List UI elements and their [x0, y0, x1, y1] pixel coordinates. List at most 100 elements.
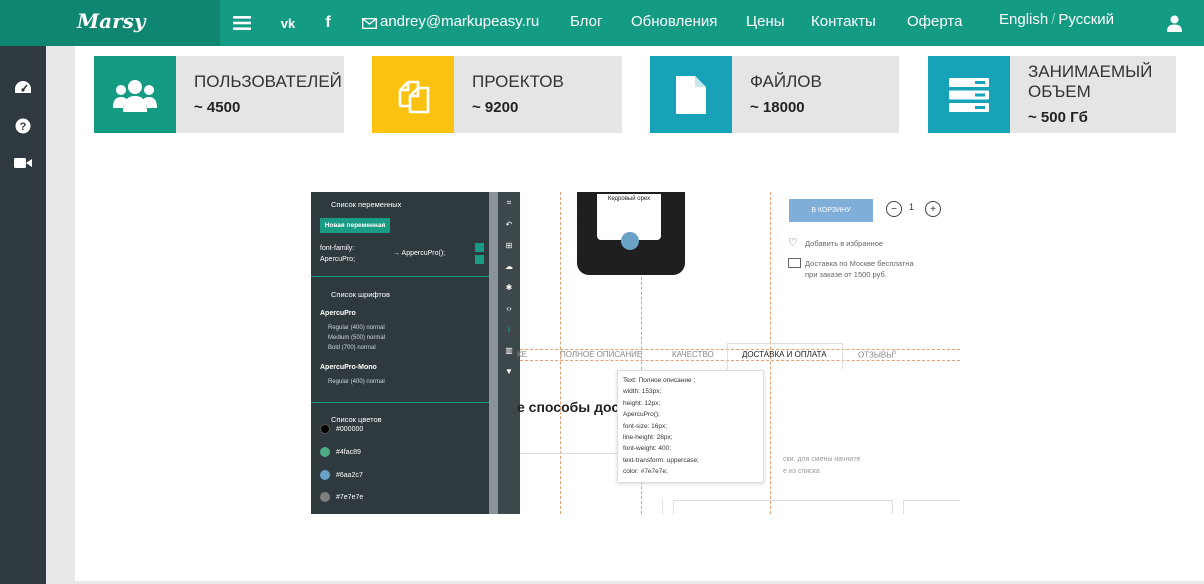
color-swatch[interactable] — [320, 447, 330, 457]
layout-icon[interactable]: ⊞ — [504, 240, 514, 250]
user-icon[interactable] — [1165, 0, 1183, 46]
var-name-line2: ApercuPro; — [320, 256, 356, 263]
tab-full-description[interactable]: Полное описание — [560, 350, 642, 359]
delivery-line1: Доставка по Москве бесплатна — [805, 259, 914, 268]
stat-projects-title: Проектов — [472, 72, 564, 91]
font-style: Medium (500) normal — [328, 335, 386, 341]
box-border — [892, 500, 893, 514]
stat-users-title: Пользователей — [194, 72, 342, 91]
tooltip-line: height: 12px; — [623, 399, 661, 407]
help-icon[interactable]: ? — [13, 116, 33, 136]
color-label: #7e7e7e — [336, 494, 364, 501]
nav-contacts[interactable]: Контакты — [811, 13, 876, 30]
stat-storage-value: ~ 500 Гб — [1028, 109, 1088, 126]
nav-blog[interactable]: Блог — [570, 13, 602, 30]
language-switcher: English / Русский — [999, 11, 1114, 28]
box-top-border — [903, 500, 960, 501]
font-name: ApercuPro — [320, 310, 356, 317]
menu-icon[interactable] — [232, 0, 252, 46]
qty-plus-button[interactable]: + — [925, 201, 941, 217]
add-to-cart-button[interactable]: в корзину — [789, 199, 873, 222]
stat-files: Файлов ~ 18000 — [650, 56, 899, 133]
cloud-icon[interactable]: ☁ — [504, 261, 514, 271]
fonts-title: Список шрифтов — [331, 290, 390, 299]
logo-area: Marsy — [0, 0, 220, 46]
lang-english[interactable]: English — [999, 11, 1048, 28]
product-image: Кедровый орех — [577, 192, 685, 275]
envelope-icon — [361, 0, 377, 46]
hint-line1: ски, для смены начните — [783, 456, 861, 463]
facebook-icon[interactable]: f — [321, 0, 335, 46]
box-border — [662, 500, 663, 514]
box-border — [673, 500, 674, 514]
email-link[interactable]: andrey@markupeasy.ru — [380, 13, 539, 30]
color-label: #000000 — [336, 426, 364, 433]
favorite-link[interactable]: Добавить в избранное — [805, 238, 883, 249]
settings-icon[interactable]: ✱ — [504, 282, 514, 292]
tab-delivery[interactable]: Доставка и оплата — [742, 350, 827, 359]
sidebar: ? — [0, 46, 46, 584]
stat-projects: Проектов ~ 9200 — [372, 56, 622, 133]
code-icon[interactable]: ‹› — [504, 303, 514, 313]
heart-icon[interactable]: ♡ — [788, 236, 798, 249]
delivery-line2: при заказе от 1500 руб. — [805, 270, 887, 279]
inspector-tooltip: Text: Полное описание ; width: 153px; he… — [617, 370, 764, 483]
font-style: Bold (700) normal — [328, 345, 376, 351]
var-settings-button[interactable] — [475, 243, 484, 252]
font-style: Regular (400) normal — [328, 325, 385, 331]
color-swatch[interactable] — [320, 470, 330, 480]
qty-value: 1 — [909, 202, 915, 212]
main-content: Пользователей ~ 4500 Проектов ~ 9200 Фай… — [75, 46, 1204, 581]
font-name: ApercuPro-Mono — [320, 364, 377, 371]
tab-partial[interactable]: ке — [517, 350, 527, 359]
qty-minus-button[interactable]: − — [886, 201, 902, 217]
box-top-border — [673, 500, 892, 501]
colors-title: Список цветов — [331, 415, 382, 424]
tab-reviews[interactable]: Отзывы5 — [858, 350, 896, 360]
undo-icon[interactable]: ↶ — [504, 219, 514, 229]
nav-prices[interactable]: Цены — [746, 13, 785, 30]
stat-storage-title-line1: Занимаемый — [1028, 62, 1153, 81]
file-icon — [650, 56, 732, 133]
html5-icon[interactable]: ▼ — [504, 366, 514, 376]
color-label: #6aa2c7 — [336, 472, 363, 479]
editor-preview-image: Список переменных Новая переменная font-… — [311, 192, 960, 514]
color-swatch[interactable] — [320, 492, 330, 502]
columns-icon[interactable]: ▥ — [504, 345, 514, 355]
tooltip-line: AperсuPro(); — [623, 411, 660, 419]
truck-icon — [788, 258, 801, 268]
crop-icon[interactable]: ⌗ — [504, 198, 514, 208]
dashboard-icon[interactable] — [13, 77, 33, 97]
new-variable-button[interactable]: Новая переменная — [320, 218, 390, 233]
reviews-count: 5 — [893, 350, 897, 356]
nav-offer[interactable]: Оферта — [907, 13, 962, 30]
panel-divider — [311, 402, 489, 403]
panel-divider — [311, 276, 489, 277]
vk-icon[interactable]: vk — [277, 0, 299, 46]
tooltip-line: font-size: 16px; — [623, 422, 668, 430]
svg-text:?: ? — [20, 121, 27, 133]
lang-russian[interactable]: Русский — [1058, 11, 1114, 28]
logo[interactable]: Marsy — [77, 9, 146, 33]
color-swatch[interactable] — [320, 424, 330, 434]
tooltip-line: line-height: 28px; — [623, 434, 673, 442]
tab-quality[interactable]: Качество — [672, 350, 714, 359]
users-icon — [94, 56, 176, 133]
var-delete-button[interactable] — [475, 255, 484, 264]
tab-reviews-label: Отзывы — [858, 350, 894, 360]
tooltip-line: font-weight: 400; — [623, 445, 672, 453]
info-icon[interactable]: i — [504, 324, 514, 334]
storage-icon — [928, 56, 1010, 133]
video-icon[interactable] — [13, 153, 33, 173]
stat-storage-title: Занимаемый объем — [1028, 62, 1152, 102]
top-navbar: Marsy vk f andrey@markupeasy.ru Блог Обн… — [0, 0, 1204, 46]
input-underline — [520, 453, 620, 454]
stat-files-value: ~ 18000 — [750, 99, 805, 116]
var-name-line1: font-family: — [320, 245, 355, 252]
nav-updates[interactable]: Обновления — [631, 13, 717, 30]
tooltip-line: text-transform: uppercase; — [623, 456, 699, 464]
delivery-info: Доставка по Москве бесплатна при заказе о… — [805, 258, 914, 280]
stat-users: Пользователей ~ 4500 — [94, 56, 344, 133]
stat-storage: Занимаемый объем ~ 500 Гб — [928, 56, 1176, 133]
panel-scrollbar[interactable] — [489, 192, 498, 514]
